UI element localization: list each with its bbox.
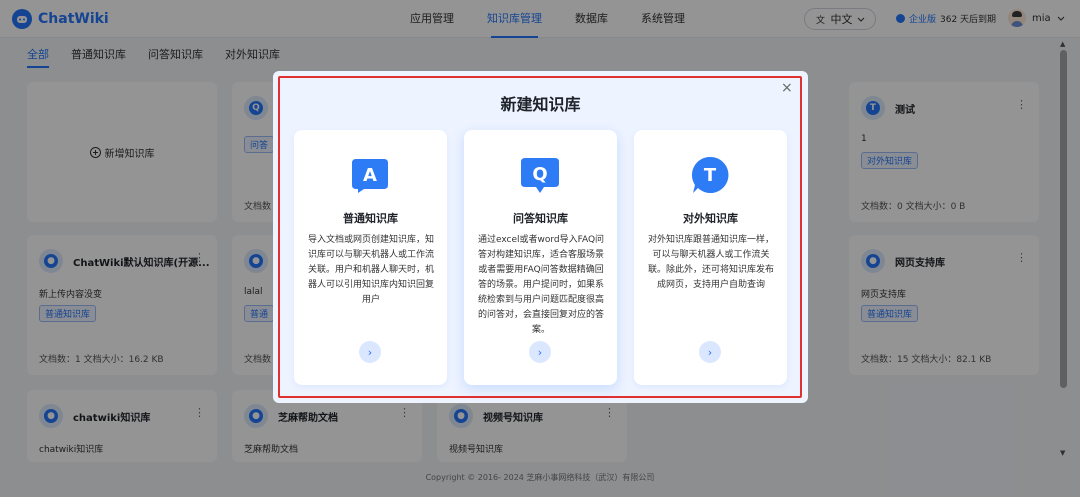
svg-text:T: T [704,165,717,186]
kb-type-card-qa[interactable]: Q 问答知识库 通过excel或者word导入FAQ问答对构建知识库，适合客服场… [464,130,617,385]
normal-kb-icon: A [352,159,388,193]
qa-kb-icon: Q [521,158,559,193]
chevron-right-icon[interactable]: › [699,341,721,363]
svg-text:A: A [363,165,377,186]
svg-text:Q: Q [532,164,547,185]
chevron-right-icon[interactable]: › [529,341,551,363]
kb-type-name: 对外知识库 [683,212,738,225]
kb-type-description: 对外知识库跟普通知识库一样，可以与聊天机器人或工作流关联。除此外，还可将知识库发… [647,235,774,290]
dialog-title: 新建知识库 [500,95,581,114]
kb-type-description: 通过excel或者word导入FAQ问答对构建知识库，适合客服场景或者需要用FA… [477,235,605,335]
create-kb-dialog: 新建知识库 × A 普通知识库 导入文档或网页创建知识库，知识库可以与聊天机器人… [273,71,808,403]
kb-type-card-normal[interactable]: A 普通知识库 导入文档或网页创建知识库，知识库可以与聊天机器人或工作流关联。用… [294,130,447,385]
external-kb-icon: T [691,156,729,193]
kb-type-name: 普通知识库 [343,212,398,225]
kb-type-description: 导入文档或网页创建知识库，知识库可以与聊天机器人或工作流关联。用户和机器人聊天时… [307,235,434,305]
kb-type-name: 问答知识库 [513,212,568,225]
chevron-right-icon[interactable]: › [359,341,381,363]
kb-type-card-external[interactable]: T 对外知识库 对外知识库跟普通知识库一样，可以与聊天机器人或工作流关联。除此外… [634,130,787,385]
close-icon[interactable]: × [781,81,793,95]
